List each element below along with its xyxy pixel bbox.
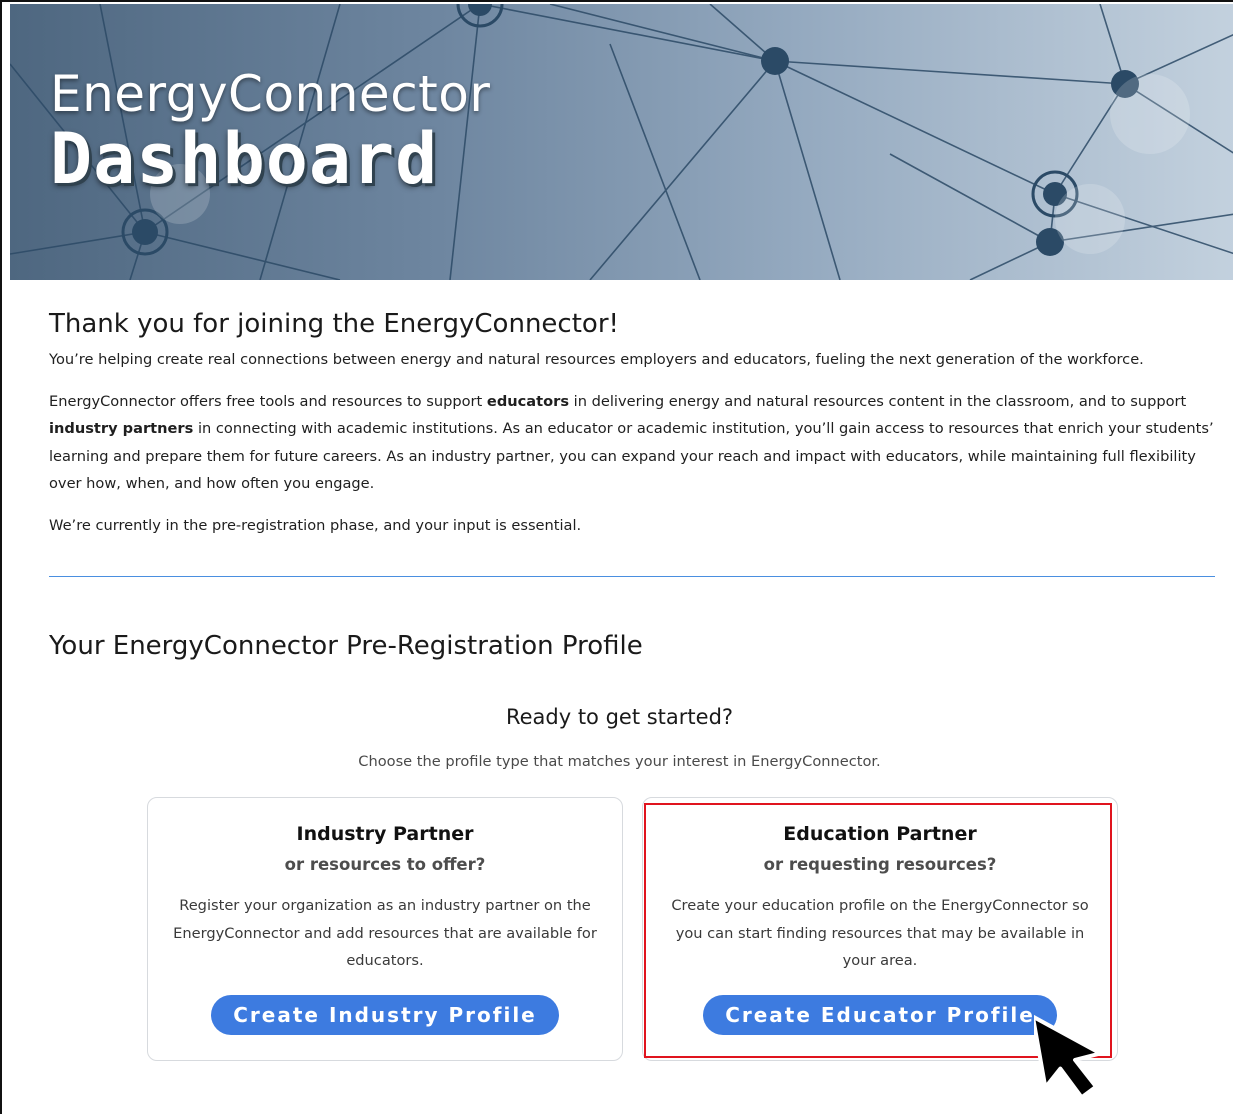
intro-paragraph-2-text-b: in delivering energy and natural resourc… [569, 392, 1187, 410]
hero-banner: EnergyConnector Dashboard [10, 4, 1233, 280]
mouse-pointer-icon [1034, 1014, 1103, 1100]
industry-card-title: Industry Partner [296, 823, 474, 845]
create-industry-profile-button[interactable]: Create Industry Profile [211, 994, 559, 1035]
hero-title-line1: EnergyConnector [50, 65, 491, 123]
ready-heading: Ready to get started? [505, 705, 734, 729]
choose-profile-text: Choose the profile type that matches you… [358, 753, 881, 770]
hero-title: EnergyConnector Dashboard [50, 66, 490, 196]
education-card-subtitle: or requesting resources? [763, 855, 997, 874]
education-card-title: Education Partner [783, 823, 977, 845]
page-frame: EnergyConnector Dashboard Thank you for … [0, 0, 1233, 1114]
intro-paragraph-2: EnergyConnector offers free tools and re… [49, 388, 1219, 498]
hero-title-line2: Dashboard [50, 118, 439, 200]
educators-emphasis: educators [486, 392, 570, 410]
industry-card-description: Register your organization as an industr… [173, 897, 597, 969]
education-card-description: Create your education profile on the Ene… [671, 897, 1089, 969]
create-educator-profile-button[interactable]: Create Educator Profile [703, 994, 1057, 1035]
intro-paragraph-2-text-a: EnergyConnector offers free tools and re… [49, 392, 487, 410]
profile-section-heading: Your EnergyConnector Pre-Registration Pr… [49, 631, 643, 661]
industry-card-subtitle: or resources to offer? [284, 855, 486, 874]
intro-paragraph-3: We’re currently in the pre-registration … [49, 516, 582, 534]
intro-paragraph-1: You’re helping create real connections b… [49, 351, 1144, 368]
industry-partners-emphasis: industry partners [49, 420, 194, 437]
section-divider [49, 576, 1215, 577]
intro-paragraph-2-text-c: in connecting with academic institutions… [49, 420, 1214, 492]
thank-you-heading: Thank you for joining the EnergyConnecto… [49, 309, 619, 339]
intro-section: Thank you for joining the EnergyConnecto… [49, 302, 1219, 553]
industry-partner-card: Industry Partner or resources to offer? … [147, 797, 623, 1061]
